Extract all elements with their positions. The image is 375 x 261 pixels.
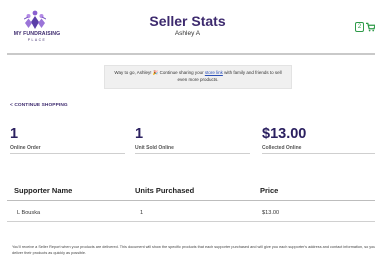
stat-value: 1 xyxy=(10,126,19,142)
seller-report-note: You'll receive a Seller Report when your… xyxy=(12,245,375,255)
stat-divider xyxy=(10,153,125,154)
cell-supporter-name: L Bouska xyxy=(17,210,41,216)
stat-value: $13.00 xyxy=(262,126,307,142)
cell-price: $13.00 xyxy=(262,210,280,216)
stat-value: 1 xyxy=(135,126,144,142)
cell-units: 1 xyxy=(140,210,144,216)
page-title: Seller Stats xyxy=(149,13,226,29)
column-header-price: Price xyxy=(260,186,279,195)
continue-shopping-link[interactable]: < CONTINUE SHOPPING xyxy=(10,103,68,108)
table-header-divider xyxy=(7,200,375,201)
stat-label: Collected Online xyxy=(262,145,302,151)
cart-button[interactable]: 2 xyxy=(355,21,375,35)
table-row-divider xyxy=(7,221,375,222)
stat-units-sold: 1 Unit Sold Online xyxy=(135,126,174,152)
cart-count-badge: 2 xyxy=(355,22,364,32)
stat-collected: $13.00 Collected Online xyxy=(262,126,307,152)
banner-text: Way to go, Ashley! 🎉 Continue sharing yo… xyxy=(109,70,287,83)
column-header-units: Units Purchased xyxy=(135,186,195,195)
column-header-supporter: Supporter Name xyxy=(14,186,73,195)
stat-label: Unit Sold Online xyxy=(135,145,174,151)
logo-subtext: PLACE xyxy=(27,38,47,42)
banner-text-start: Way to go, Ashley! 🎉 Continue sharing yo… xyxy=(114,70,205,75)
stat-divider xyxy=(135,153,250,154)
seller-name: Ashley A xyxy=(174,30,201,37)
stat-online-orders: 1 Online Order xyxy=(10,126,41,152)
encouragement-banner: Way to go, Ashley! 🎉 Continue sharing yo… xyxy=(104,65,292,89)
store-link[interactable]: store link xyxy=(205,70,223,75)
cart-icon xyxy=(366,22,375,32)
stat-divider xyxy=(262,153,375,154)
header-divider xyxy=(7,53,375,55)
stat-label: Online Order xyxy=(10,145,41,151)
